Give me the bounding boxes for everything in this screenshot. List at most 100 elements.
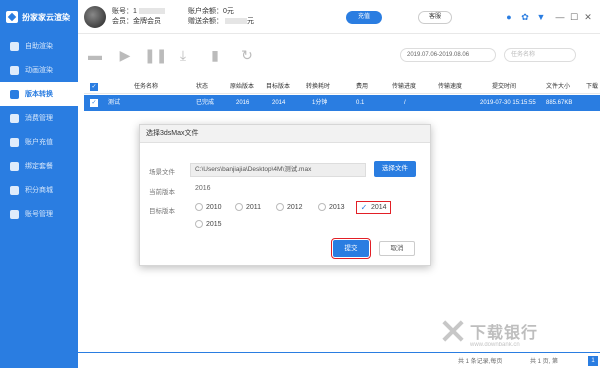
account-label: 账号： xyxy=(112,8,133,15)
column-header: 提交时间 xyxy=(492,84,517,90)
transfer-progress: / xyxy=(404,100,406,106)
chat-icon[interactable]: ● xyxy=(504,12,514,22)
delete-icon[interactable]: ▮ xyxy=(206,46,224,64)
version-radio-2014[interactable]: ✓ 2014 xyxy=(356,201,391,214)
wallet-icon xyxy=(10,113,19,123)
gift-value: 元 xyxy=(246,18,254,25)
sidebar-item-label: 动画渲染 xyxy=(25,67,53,74)
redacted-field xyxy=(138,8,165,15)
sidebar-item-6[interactable]: 积分商城 xyxy=(0,178,78,202)
sidebar-item-3[interactable]: 消费管理 xyxy=(0,106,78,130)
radio-circle-icon xyxy=(195,203,203,211)
current-version-label: 当前版本 xyxy=(149,189,175,196)
redacted-field xyxy=(224,18,247,25)
gift-label: 赠送余额： xyxy=(188,18,223,25)
recharge-icon xyxy=(10,137,19,147)
column-header: 转换耗时 xyxy=(306,84,331,90)
pagination-bar: 共 1 条记录,每页 共 1 页, 第 1 xyxy=(78,352,600,368)
watermark-text: 下载银行 xyxy=(470,325,539,342)
minimize-icon[interactable]: — xyxy=(554,11,566,23)
watermark-logo: 下载银行 xyxy=(440,318,538,344)
column-header: 任务名称 xyxy=(134,84,159,90)
task-search-input[interactable]: 任务名称 xyxy=(504,48,576,62)
balance-info: 账户余额：0元 赠送余额： 元 xyxy=(188,7,254,27)
watermark-url: www.downbank.cn xyxy=(470,342,520,348)
version-label: 2011 xyxy=(246,203,262,211)
refresh-icon[interactable]: ↻ xyxy=(238,46,256,64)
column-header: 下载 xyxy=(586,84,599,90)
select-file-dialog: 选择3dsMax文件 场景文件 C:\Users\banjiajia\Deskt… xyxy=(139,124,431,266)
sidebar-item-label: 绑定套餐 xyxy=(25,163,53,170)
folder-icon[interactable]: ▬ xyxy=(86,46,104,64)
record-summary: 共 1 条记录,每页 xyxy=(458,359,503,365)
version-label: 2015 xyxy=(206,220,222,228)
brand: 扮家家云渲染 xyxy=(0,0,78,34)
row-checkbox[interactable]: ✓ xyxy=(90,99,98,107)
maximize-icon[interactable]: ☐ xyxy=(568,11,580,23)
version-radio-2012[interactable]: 2012 xyxy=(276,203,303,211)
task-name: 测试 xyxy=(108,100,121,106)
sidebar-item-5[interactable]: 绑定套餐 xyxy=(0,154,78,178)
member-label: 会员： xyxy=(112,18,133,25)
sidebar: 扮家家云渲染 自助渲染动画渲染版本转换消费管理 账户充值绑定套餐积分商城账号管理 xyxy=(0,0,78,368)
page-number-button[interactable]: 1 xyxy=(588,356,598,366)
version-radio-2010[interactable]: 2010 xyxy=(195,203,222,211)
date-range-input[interactable]: 2019.07.06-2019.08.06 xyxy=(400,48,496,62)
animation-icon xyxy=(10,65,19,75)
header: 账号：1 会员：金牌会员 账户余额：0元 赠送余额： 元 充值 客服 ● ✿ ▼… xyxy=(78,0,600,34)
mall-icon xyxy=(10,185,19,195)
checkmark-icon: ✓ xyxy=(360,203,368,212)
target-version-label: 目标版本 xyxy=(149,208,175,215)
column-header: 传输速度 xyxy=(438,84,463,90)
recharge-button[interactable]: 充值 xyxy=(346,11,382,24)
version-radio-2015[interactable]: 2015 xyxy=(195,220,222,228)
balance-value: 0元 xyxy=(223,8,234,15)
cost: 0.1 xyxy=(356,100,365,106)
dropdown-icon[interactable]: ▼ xyxy=(536,12,546,22)
sidebar-item-label: 账号管理 xyxy=(25,211,53,218)
version-label: 2010 xyxy=(206,203,222,211)
sidebar-item-4[interactable]: 账户充值 xyxy=(0,130,78,154)
avatar[interactable] xyxy=(84,6,106,28)
settings-icon[interactable]: ✿ xyxy=(520,12,530,22)
version-radio-2013[interactable]: 2013 xyxy=(318,203,345,211)
dialog-title: 选择3dsMax文件 xyxy=(140,125,430,143)
radio-circle-icon xyxy=(276,203,284,211)
task-status: 已完成 xyxy=(196,100,215,106)
column-header: 原始版本 xyxy=(230,84,255,90)
play-icon[interactable]: ▶ xyxy=(116,46,134,64)
scene-file-input[interactable]: C:\Users\banjiajia\Desktop\4M\测试.max xyxy=(190,163,366,177)
sidebar-item-2[interactable]: 版本转换 xyxy=(0,82,78,106)
download-icon[interactable]: ⤓ xyxy=(174,46,192,64)
sidebar-item-0[interactable]: 自助渲染 xyxy=(0,34,78,58)
sidebar-item-7[interactable]: 账号管理 xyxy=(0,202,78,226)
member-value: 金牌会员 xyxy=(133,18,161,25)
radio-circle-icon xyxy=(318,203,326,211)
column-header: 状态 xyxy=(196,84,209,90)
scene-file-label: 场景文件 xyxy=(149,169,175,176)
cancel-button[interactable]: 取消 xyxy=(379,241,415,256)
sidebar-item-1[interactable]: 动画渲染 xyxy=(0,58,78,82)
package-icon xyxy=(10,161,19,171)
close-icon[interactable]: ✕ xyxy=(582,11,594,23)
target-version: 2014 xyxy=(272,100,286,106)
current-version-value: 2016 xyxy=(195,185,211,192)
version-label: 2013 xyxy=(329,203,345,211)
version-label: 2012 xyxy=(287,203,303,211)
brand-logo-icon xyxy=(6,11,18,23)
balance-label: 账户余额： xyxy=(188,8,223,15)
submit-button[interactable]: 提交 xyxy=(331,238,371,259)
choose-file-button[interactable]: 选择文件 xyxy=(374,161,416,177)
pause-icon[interactable]: ❚❚ xyxy=(144,46,167,64)
submit-time: 2019-07-30 15:15:55 xyxy=(480,100,536,106)
version-radio-2011[interactable]: 2011 xyxy=(235,203,261,211)
account-info: 账号：1 会员：金牌会员 xyxy=(112,7,165,27)
table-row[interactable]: ✓ 测试 已完成 2016 2014 1分钟 0.1 / 2019-07-30 … xyxy=(84,95,600,111)
sidebar-item-label: 自助渲染 xyxy=(25,43,53,50)
select-all-checkbox[interactable]: ✓ xyxy=(90,83,98,91)
service-button[interactable]: 客服 xyxy=(418,11,452,24)
convert-icon xyxy=(10,89,19,99)
sidebar-item-label: 版本转换 xyxy=(25,91,53,98)
column-header: 传输进度 xyxy=(392,84,417,90)
radio-circle-icon xyxy=(195,220,203,228)
